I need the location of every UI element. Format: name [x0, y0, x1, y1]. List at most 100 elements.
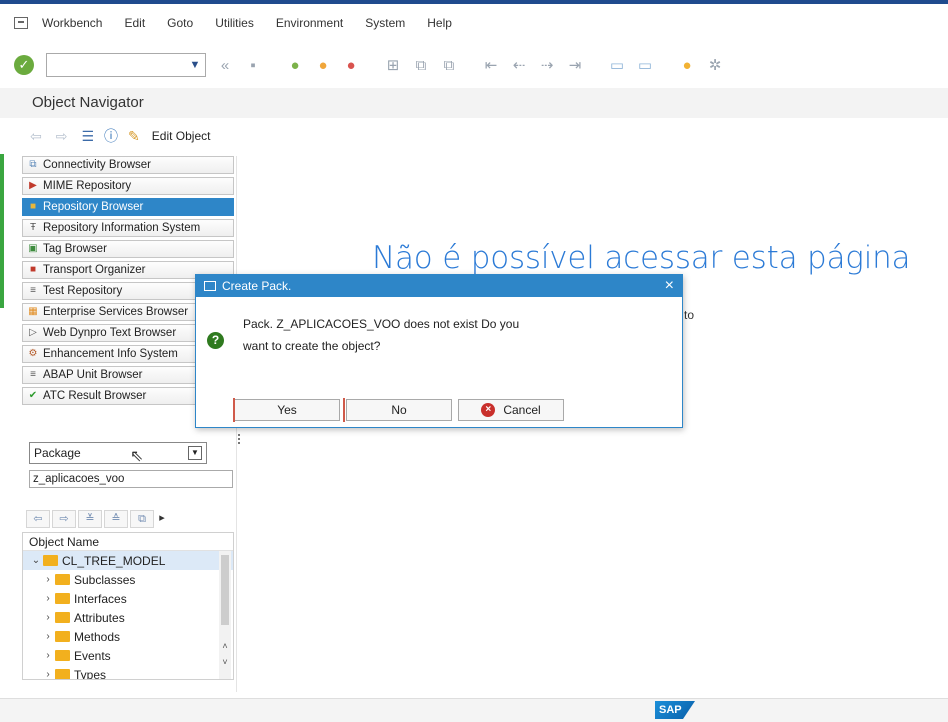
- tree-node-methods[interactable]: › Methods: [23, 627, 233, 646]
- tree-node-attributes[interactable]: › Attributes: [23, 608, 233, 627]
- first-page-icon[interactable]: ⇤: [482, 56, 500, 74]
- exit-icon[interactable]: ●: [314, 56, 332, 74]
- tree-forward-icon[interactable]: ⇨: [52, 510, 76, 528]
- scrollbar-thumb[interactable]: [221, 555, 229, 625]
- nav-back-icon[interactable]: ⇦: [30, 128, 42, 145]
- expand-all-icon[interactable]: ≚: [78, 510, 102, 528]
- command-dropdown-icon[interactable]: ▼: [187, 56, 203, 74]
- package-name-input[interactable]: z_aplicacoes_voo: [29, 470, 233, 488]
- application-toolbar: ⇦ ⇨ ☰ ⓘ ✎ Edit Object: [0, 118, 948, 154]
- nav-label: Transport Organizer: [43, 264, 146, 276]
- nav-forward-icon[interactable]: ⇨: [56, 128, 68, 145]
- new-session-icon[interactable]: ▭: [608, 56, 626, 74]
- dialog-title-bar: Create Pack. ×: [196, 275, 682, 297]
- menu-utilities[interactable]: Utilities: [215, 16, 254, 30]
- scroll-down-icon[interactable]: ˅: [219, 657, 231, 667]
- enhancement-icon: ⚙: [28, 348, 38, 359]
- chevron-right-icon[interactable]: ›: [43, 593, 53, 604]
- chevron-right-icon[interactable]: ›: [43, 612, 53, 623]
- nav-label: Repository Browser: [43, 201, 144, 213]
- folder-icon: [55, 593, 70, 604]
- nav-tag-browser[interactable]: ▣ Tag Browser: [22, 240, 234, 258]
- info-system-icon: Ŧ: [29, 222, 37, 233]
- chevron-down-icon[interactable]: ⌄: [31, 555, 41, 566]
- menu-system[interactable]: System: [365, 16, 405, 30]
- chevron-right-icon[interactable]: ›: [43, 631, 53, 642]
- tree-scrollbar[interactable]: ˄ ˅: [219, 551, 231, 679]
- nav-label: Repository Information System: [43, 222, 201, 234]
- tree-more-icon[interactable]: ▸: [156, 510, 168, 528]
- tree-node-interfaces[interactable]: › Interfaces: [23, 589, 233, 608]
- yes-button[interactable]: Yes: [233, 398, 345, 422]
- help-icon[interactable]: ●: [678, 56, 696, 74]
- tree-toolbar: ⇦ ⇨ ≚ ≙ ⧉ ▸: [26, 508, 236, 530]
- tree-root-node[interactable]: ⌄ CL_TREE_MODEL: [23, 551, 233, 570]
- nav-label: MIME Repository: [43, 180, 132, 192]
- create-package-dialog: Create Pack. × ? Pack. Z_APLICACOES_VOO …: [195, 274, 683, 428]
- collapse-all-icon[interactable]: ≙: [104, 510, 128, 528]
- menu-edit[interactable]: Edit: [124, 16, 145, 30]
- cancel-icon: ×: [481, 403, 496, 417]
- nav-connectivity-browser[interactable]: ⧉ Connectivity Browser: [22, 156, 234, 174]
- back-icon[interactable]: ●: [286, 56, 304, 74]
- menu-workbench[interactable]: Workbench: [42, 16, 102, 30]
- object-type-select[interactable]: Package ▼: [29, 442, 207, 464]
- info-icon[interactable]: ⓘ: [104, 126, 118, 146]
- tag-icon: ▣: [28, 243, 38, 254]
- tree-node-types[interactable]: › Types: [23, 665, 233, 679]
- edit-object-button[interactable]: Edit Object: [152, 129, 211, 143]
- mime-icon: ▶: [29, 180, 37, 191]
- enter-check-icon[interactable]: ✓: [14, 55, 34, 75]
- next-page-icon[interactable]: ⇢: [538, 56, 556, 74]
- cancel-icon[interactable]: ●: [342, 56, 360, 74]
- collapse-left-icon[interactable]: «: [216, 56, 234, 74]
- object-tree: Object Name ⌄ CL_TREE_MODEL › Subclasses…: [22, 532, 234, 680]
- tree-node-events[interactable]: › Events: [23, 646, 233, 665]
- question-icon: ?: [207, 332, 224, 349]
- nav-label: Test Repository: [43, 285, 123, 297]
- dialog-title: Create Pack.: [222, 279, 292, 293]
- command-field[interactable]: ▼: [46, 53, 206, 77]
- nav-label: ATC Result Browser: [43, 390, 147, 402]
- menu-bar: Workbench Edit Goto Utilities Environmen…: [0, 0, 948, 42]
- scroll-up-icon[interactable]: ˄: [219, 641, 231, 651]
- chevron-down-icon[interactable]: ▼: [188, 446, 202, 460]
- tree-back-icon[interactable]: ⇦: [26, 510, 50, 528]
- cancel-button[interactable]: × Cancel: [458, 399, 564, 421]
- folder-icon: [55, 631, 70, 642]
- dialog-buttons: Yes No × Cancel: [233, 398, 570, 422]
- chevron-right-icon[interactable]: ›: [43, 574, 53, 585]
- dialog-message-line1: Pack. Z_APLICACOES_VOO does not exist Do…: [243, 317, 520, 331]
- edit-object-icon[interactable]: ✎: [128, 128, 140, 145]
- prev-page-icon[interactable]: ⇠: [510, 56, 528, 74]
- chevron-right-icon[interactable]: ›: [43, 669, 53, 679]
- nav-mime-repository[interactable]: ▶ MIME Repository: [22, 177, 234, 195]
- dialog-message-line2: want to create the object?: [243, 339, 381, 353]
- menu-environment[interactable]: Environment: [276, 16, 343, 30]
- folder-icon: [55, 669, 70, 679]
- last-page-icon[interactable]: ⇥: [566, 56, 584, 74]
- menu-app-icon[interactable]: [14, 17, 28, 29]
- cancel-label: Cancel: [503, 403, 541, 417]
- menu-goto[interactable]: Goto: [167, 16, 193, 30]
- nav-repository-browser[interactable]: ■ Repository Browser: [22, 198, 234, 216]
- tree-node-subclasses[interactable]: › Subclasses: [23, 570, 233, 589]
- hierarchy-icon[interactable]: ☰: [81, 128, 94, 145]
- close-icon[interactable]: ×: [665, 277, 674, 295]
- error-page-fragment: to: [684, 308, 695, 322]
- tree-find-icon[interactable]: ⧉: [130, 510, 154, 528]
- shortcut-icon[interactable]: ▭: [636, 56, 654, 74]
- folder-icon: [55, 612, 70, 623]
- settings-icon[interactable]: ✲: [706, 56, 724, 74]
- save-icon[interactable]: ▪: [244, 56, 262, 74]
- error-page-title: Não é possível acessar esta página: [372, 240, 911, 276]
- tree-node-label: Interfaces: [74, 591, 127, 606]
- no-button[interactable]: No: [346, 399, 452, 421]
- folder-icon: [43, 555, 58, 566]
- find-next-icon[interactable]: ⧉: [440, 56, 458, 74]
- chevron-right-icon[interactable]: ›: [43, 650, 53, 661]
- find-icon[interactable]: ⧉: [412, 56, 430, 74]
- print-icon[interactable]: ⊞: [384, 56, 402, 74]
- menu-help[interactable]: Help: [427, 16, 452, 30]
- nav-repository-info-system[interactable]: Ŧ Repository Information System: [22, 219, 234, 237]
